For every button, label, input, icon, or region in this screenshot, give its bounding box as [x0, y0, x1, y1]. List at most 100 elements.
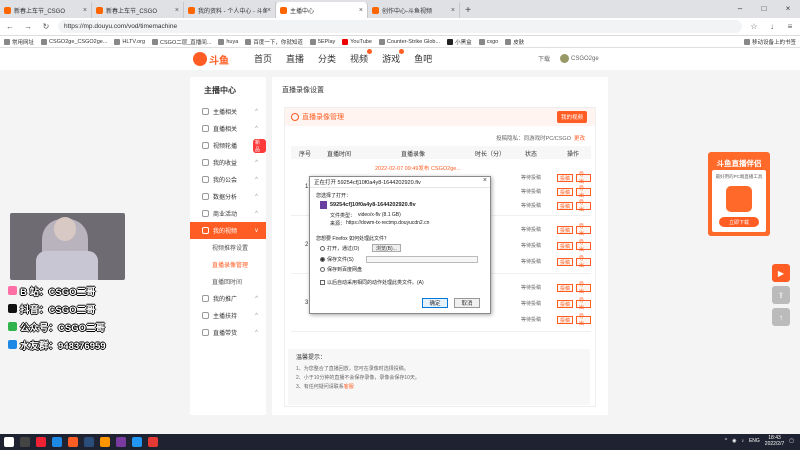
bookmark-item[interactable]: CSGO二层_直播间... [152, 38, 211, 46]
minimize-icon[interactable]: – [728, 0, 752, 16]
nav-game[interactable]: 游戏 [382, 49, 405, 65]
sidebar-item-promotion[interactable]: 我的推广 ^ [190, 290, 266, 307]
bookmark-item[interactable]: 皮肤 [505, 38, 524, 46]
nav-yuba[interactable]: 鱼吧 [414, 52, 432, 65]
star-icon[interactable]: ☆ [748, 22, 760, 31]
tab-close-icon[interactable]: × [267, 7, 271, 14]
export-button[interactable]: 导出 [576, 240, 591, 253]
tray-up-icon[interactable]: ^ [725, 438, 727, 444]
share-icon[interactable]: ⇪ [772, 286, 790, 304]
mobile-bookmarks[interactable]: 移动设备上的书签 [743, 38, 796, 46]
network-icon[interactable]: ◉ [732, 438, 736, 444]
search-icon[interactable] [20, 437, 30, 447]
nav-home[interactable]: 首页 [254, 52, 272, 65]
douyu-logo[interactable]: 斗鱼 [193, 50, 235, 68]
save-cloud-radio[interactable]: 保存到百度网盘 [320, 266, 362, 273]
app-icon[interactable] [116, 437, 126, 447]
bookmark-item[interactable]: 小黑盒 [447, 38, 472, 46]
app-icon[interactable] [148, 437, 158, 447]
cancel-button[interactable]: 取消 [454, 298, 480, 308]
nav-live[interactable]: 直播 [286, 52, 304, 65]
start-icon[interactable] [4, 437, 14, 447]
my-video-button[interactable]: 我的视频 [556, 111, 587, 123]
submit-button[interactable]: 投稿 [557, 242, 574, 250]
sidebar-item-live[interactable]: 直播相关 ^ [190, 120, 266, 137]
sidebar-item-income[interactable]: 我的收益 ^ [190, 154, 266, 171]
export-button[interactable]: 导出 [576, 200, 591, 213]
browser-tab[interactable]: 我的资料 - 个人中心 - 斗鱼 × [184, 2, 276, 18]
sidebar-item-support[interactable]: 主播扶持 ^ [190, 307, 266, 324]
auto-action-checkbox[interactable]: 以后自动采用相同的动作处理此类文件。(A) [320, 279, 424, 286]
bookmark-item[interactable]: huya [218, 38, 238, 45]
language-indicator[interactable]: ENG [749, 438, 760, 444]
browser-tab-active[interactable]: 主播中心 × [276, 2, 368, 18]
companion-promo[interactable]: 斗鱼直播伴侣 最好用的PC端直播工具 立即下载 [708, 152, 770, 236]
back-to-top-icon[interactable]: ↑ [772, 308, 790, 326]
submit-button[interactable]: 投稿 [557, 258, 574, 266]
browser-tab[interactable]: 新春上车节_CSGO × [0, 2, 92, 18]
sidebar-item-video-carousel[interactable]: 视频轮播 新品 [190, 137, 266, 154]
submit-button[interactable]: 投稿 [557, 202, 574, 210]
export-button[interactable]: 导出 [576, 224, 591, 237]
sidebar-item-anchor[interactable]: 主播相关 ^ [190, 103, 266, 120]
bookmark-item[interactable]: 5EPlay [309, 38, 335, 45]
bookmark-item[interactable]: Counter-Strike Glob... [378, 38, 440, 45]
sidebar-item-guild[interactable]: 我的公会 ^ [190, 171, 266, 188]
export-button[interactable]: 导出 [576, 172, 591, 185]
bookmark-item[interactable]: YouTube [342, 38, 372, 45]
app-icon[interactable] [132, 437, 142, 447]
sidebar-item-analytics[interactable]: 数据分析 ^ [190, 188, 266, 205]
nav-video[interactable]: 视频 [350, 49, 373, 65]
bookmark-item[interactable]: CSGO2ge_CSGO2ge... [41, 38, 107, 45]
nav-category[interactable]: 分类 [318, 52, 336, 65]
app-icon[interactable] [52, 437, 62, 447]
bookmark-item[interactable]: HLTV.org [114, 38, 145, 45]
address-bar[interactable]: https://mp.douyu.com/vod/timemachine [58, 20, 742, 33]
play-icon[interactable]: ▶ [772, 264, 790, 282]
bookmark-item[interactable]: 百度一下，你就知道 [245, 38, 303, 46]
submit-button[interactable]: 投稿 [557, 174, 574, 182]
tab-close-icon[interactable]: × [175, 7, 179, 14]
download-icon[interactable]: ↓ [766, 22, 778, 31]
submit-button[interactable]: 投稿 [557, 316, 574, 324]
save-file-radio[interactable]: 保存文件(S) [320, 256, 354, 263]
sidebar-sub-rewind[interactable]: 直播回时间 [190, 273, 266, 290]
download-link[interactable]: 下载 [538, 54, 550, 63]
submit-button[interactable]: 投稿 [557, 188, 574, 196]
support-link[interactable]: 客服 [344, 384, 354, 390]
forward-icon[interactable]: → [22, 22, 34, 31]
browser-tab[interactable]: 创作中心-斗鱼视频 × [368, 2, 460, 18]
firefox-icon[interactable] [100, 437, 110, 447]
sidebar-item-business[interactable]: 商业活动 ^ [190, 205, 266, 222]
sidebar-sub-recording-manage[interactable]: 直播录像管理 [190, 256, 266, 273]
sidebar-sub-video-recommend[interactable]: 视频推荐设置 [190, 239, 266, 256]
export-button[interactable]: 导出 [576, 282, 591, 295]
open-with-radio[interactable]: 打开，通过(O) [320, 245, 359, 252]
export-button[interactable]: 导出 [576, 256, 591, 269]
new-tab-button[interactable]: + [460, 2, 476, 18]
browser-tab[interactable]: 新春上车节_CSGO × [92, 2, 184, 18]
promo-download-button[interactable]: 立即下载 [719, 217, 759, 227]
export-button[interactable]: 导出 [576, 314, 591, 327]
close-window-icon[interactable]: × [776, 0, 800, 16]
change-link[interactable]: 更改 [574, 136, 585, 142]
volume-icon[interactable]: ♪ [741, 438, 744, 444]
back-icon[interactable]: ← [4, 22, 16, 31]
tab-close-icon[interactable]: × [359, 7, 363, 14]
sidebar-item-my-video[interactable]: 我的视频 v [190, 222, 266, 239]
submit-button[interactable]: 投稿 [557, 300, 574, 308]
maximize-icon[interactable]: □ [752, 0, 776, 16]
recording-link[interactable]: 2022-02-07 09:49发布 CSGO2ge... [375, 164, 461, 172]
app-icon[interactable] [68, 437, 78, 447]
reload-icon[interactable]: ↻ [40, 22, 52, 31]
export-button[interactable]: 导出 [576, 186, 591, 199]
tab-close-icon[interactable]: × [451, 7, 455, 14]
submit-button[interactable]: 投稿 [557, 226, 574, 234]
bookmark-item[interactable]: 常用网址 [4, 38, 34, 46]
ok-button[interactable]: 确定 [422, 298, 448, 308]
steam-icon[interactable] [84, 437, 94, 447]
dialog-close-icon[interactable]: × [483, 177, 487, 184]
tab-close-icon[interactable]: × [83, 7, 87, 14]
clock[interactable]: 18:43 2022/2/7 [765, 435, 784, 447]
sidebar-item-commerce[interactable]: 直播带货 ^ [190, 324, 266, 341]
